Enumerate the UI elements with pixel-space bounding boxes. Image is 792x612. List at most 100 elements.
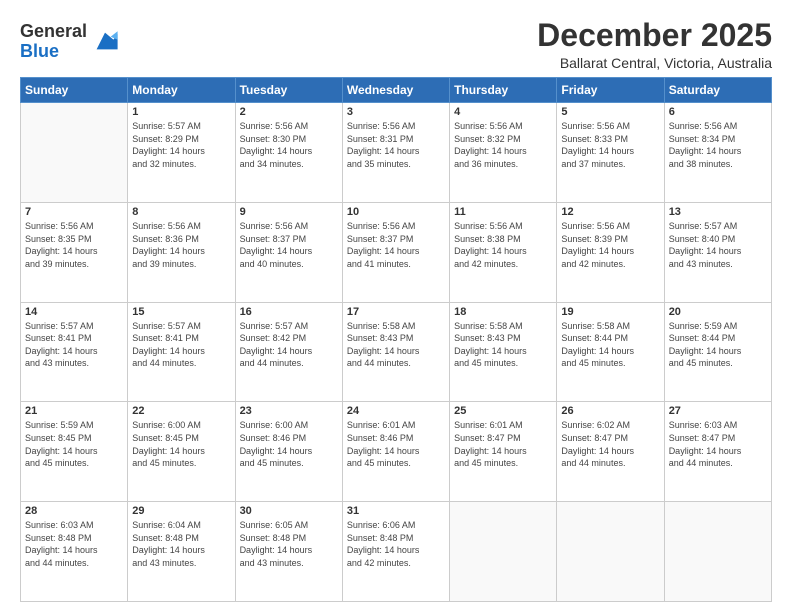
day-info: Sunrise: 5:57 AM Sunset: 8:29 PM Dayligh…	[132, 120, 230, 170]
day-number: 24	[347, 405, 445, 417]
day-number: 6	[669, 106, 767, 118]
day-info: Sunrise: 6:05 AM Sunset: 8:48 PM Dayligh…	[240, 519, 338, 569]
calendar-header-row: SundayMondayTuesdayWednesdayThursdayFrid…	[21, 78, 772, 103]
calendar-cell: 6 Sunrise: 5:56 AM Sunset: 8:34 PM Daylig…	[664, 103, 771, 203]
day-number: 5	[561, 106, 659, 118]
day-number: 1	[132, 106, 230, 118]
day-number: 4	[454, 106, 552, 118]
calendar-week-row: 21 Sunrise: 5:59 AM Sunset: 8:45 PM Dayli…	[21, 402, 772, 502]
day-number: 20	[669, 306, 767, 318]
weekday-header: Wednesday	[342, 78, 449, 103]
weekday-header: Saturday	[664, 78, 771, 103]
calendar-cell: 7 Sunrise: 5:56 AM Sunset: 8:35 PM Daylig…	[21, 202, 128, 302]
day-number: 29	[132, 505, 230, 517]
logo: General Blue	[20, 22, 119, 62]
day-number: 14	[25, 306, 123, 318]
day-info: Sunrise: 5:56 AM Sunset: 8:36 PM Dayligh…	[132, 220, 230, 270]
day-number: 31	[347, 505, 445, 517]
calendar-cell: 4 Sunrise: 5:56 AM Sunset: 8:32 PM Daylig…	[450, 103, 557, 203]
day-info: Sunrise: 5:56 AM Sunset: 8:33 PM Dayligh…	[561, 120, 659, 170]
calendar-cell: 18Sunrise: 5:58 AM Sunset: 8:43 PM Dayli…	[450, 302, 557, 402]
calendar-cell: 26Sunrise: 6:02 AM Sunset: 8:47 PM Dayli…	[557, 402, 664, 502]
header: General Blue December 2025 Ballarat Cent…	[20, 18, 772, 71]
day-info: Sunrise: 6:04 AM Sunset: 8:48 PM Dayligh…	[132, 519, 230, 569]
day-info: Sunrise: 6:02 AM Sunset: 8:47 PM Dayligh…	[561, 419, 659, 469]
day-number: 18	[454, 306, 552, 318]
day-info: Sunrise: 6:03 AM Sunset: 8:48 PM Dayligh…	[25, 519, 123, 569]
calendar-cell: 15 Sunrise: 5:57 AM Sunset: 8:41 PM Dayli…	[128, 302, 235, 402]
calendar-cell: 27Sunrise: 6:03 AM Sunset: 8:47 PM Dayli…	[664, 402, 771, 502]
day-number: 27	[669, 405, 767, 417]
day-number: 10	[347, 206, 445, 218]
day-info: Sunrise: 5:59 AM Sunset: 8:45 PM Dayligh…	[25, 419, 123, 469]
calendar-cell	[664, 502, 771, 602]
day-info: Sunrise: 5:56 AM Sunset: 8:35 PM Dayligh…	[25, 220, 123, 270]
calendar-cell: 17 Sunrise: 5:58 AM Sunset: 8:43 PM Dayli…	[342, 302, 449, 402]
day-info: Sunrise: 5:56 AM Sunset: 8:31 PM Dayligh…	[347, 120, 445, 170]
day-number: 28	[25, 505, 123, 517]
day-info: Sunrise: 5:57 AM Sunset: 8:40 PM Dayligh…	[669, 220, 767, 270]
day-info: Sunrise: 6:00 AM Sunset: 8:45 PM Dayligh…	[132, 419, 230, 469]
logo-icon	[91, 27, 119, 55]
title-block: December 2025 Ballarat Central, Victoria…	[537, 18, 772, 71]
day-number: 7	[25, 206, 123, 218]
day-number: 15	[132, 306, 230, 318]
calendar-cell: 10Sunrise: 5:56 AM Sunset: 8:37 PM Dayli…	[342, 202, 449, 302]
day-number: 9	[240, 206, 338, 218]
day-info: Sunrise: 5:59 AM Sunset: 8:44 PM Dayligh…	[669, 320, 767, 370]
calendar-cell: 3 Sunrise: 5:56 AM Sunset: 8:31 PM Daylig…	[342, 103, 449, 203]
day-info: Sunrise: 5:58 AM Sunset: 8:43 PM Dayligh…	[347, 320, 445, 370]
day-number: 2	[240, 106, 338, 118]
logo-blue: Blue	[20, 42, 87, 62]
day-info: Sunrise: 5:56 AM Sunset: 8:34 PM Dayligh…	[669, 120, 767, 170]
logo-general: General	[20, 22, 87, 42]
day-number: 11	[454, 206, 552, 218]
day-info: Sunrise: 5:56 AM Sunset: 8:32 PM Dayligh…	[454, 120, 552, 170]
day-info: Sunrise: 6:00 AM Sunset: 8:46 PM Dayligh…	[240, 419, 338, 469]
day-info: Sunrise: 5:57 AM Sunset: 8:41 PM Dayligh…	[132, 320, 230, 370]
day-number: 19	[561, 306, 659, 318]
calendar-cell	[450, 502, 557, 602]
calendar-cell: 11Sunrise: 5:56 AM Sunset: 8:38 PM Dayli…	[450, 202, 557, 302]
calendar-cell: 8Sunrise: 5:56 AM Sunset: 8:36 PM Daylig…	[128, 202, 235, 302]
calendar-cell: 22 Sunrise: 6:00 AM Sunset: 8:45 PM Dayli…	[128, 402, 235, 502]
calendar-cell: 2 Sunrise: 5:56 AM Sunset: 8:30 PM Daylig…	[235, 103, 342, 203]
page: General Blue December 2025 Ballarat Cent…	[0, 0, 792, 612]
calendar-cell: 20 Sunrise: 5:59 AM Sunset: 8:44 PM Dayli…	[664, 302, 771, 402]
day-number: 22	[132, 405, 230, 417]
day-number: 16	[240, 306, 338, 318]
day-number: 25	[454, 405, 552, 417]
calendar-cell	[557, 502, 664, 602]
calendar-cell: 19Sunrise: 5:58 AM Sunset: 8:44 PM Dayli…	[557, 302, 664, 402]
day-number: 23	[240, 405, 338, 417]
weekday-header: Friday	[557, 78, 664, 103]
day-number: 17	[347, 306, 445, 318]
day-info: Sunrise: 6:01 AM Sunset: 8:47 PM Dayligh…	[454, 419, 552, 469]
calendar-week-row: 7 Sunrise: 5:56 AM Sunset: 8:35 PM Daylig…	[21, 202, 772, 302]
weekday-header: Thursday	[450, 78, 557, 103]
day-info: Sunrise: 6:01 AM Sunset: 8:46 PM Dayligh…	[347, 419, 445, 469]
day-number: 3	[347, 106, 445, 118]
calendar-cell: 9 Sunrise: 5:56 AM Sunset: 8:37 PM Daylig…	[235, 202, 342, 302]
calendar-cell	[21, 103, 128, 203]
calendar-cell: 12Sunrise: 5:56 AM Sunset: 8:39 PM Dayli…	[557, 202, 664, 302]
calendar-cell: 5 Sunrise: 5:56 AM Sunset: 8:33 PM Daylig…	[557, 103, 664, 203]
day-number: 21	[25, 405, 123, 417]
calendar-cell: 23 Sunrise: 6:00 AM Sunset: 8:46 PM Dayli…	[235, 402, 342, 502]
day-info: Sunrise: 6:06 AM Sunset: 8:48 PM Dayligh…	[347, 519, 445, 569]
calendar-cell: 31 Sunrise: 6:06 AM Sunset: 8:48 PM Dayli…	[342, 502, 449, 602]
day-info: Sunrise: 5:56 AM Sunset: 8:37 PM Dayligh…	[240, 220, 338, 270]
calendar-cell: 29 Sunrise: 6:04 AM Sunset: 8:48 PM Dayli…	[128, 502, 235, 602]
day-info: Sunrise: 5:56 AM Sunset: 8:39 PM Dayligh…	[561, 220, 659, 270]
calendar-cell: 21 Sunrise: 5:59 AM Sunset: 8:45 PM Dayli…	[21, 402, 128, 502]
day-number: 30	[240, 505, 338, 517]
calendar-cell: 24 Sunrise: 6:01 AM Sunset: 8:46 PM Dayli…	[342, 402, 449, 502]
day-info: Sunrise: 5:56 AM Sunset: 8:30 PM Dayligh…	[240, 120, 338, 170]
calendar-cell: 1 Sunrise: 5:57 AM Sunset: 8:29 PM Daylig…	[128, 103, 235, 203]
day-info: Sunrise: 5:57 AM Sunset: 8:41 PM Dayligh…	[25, 320, 123, 370]
calendar-cell: 25 Sunrise: 6:01 AM Sunset: 8:47 PM Dayli…	[450, 402, 557, 502]
weekday-header: Tuesday	[235, 78, 342, 103]
calendar-cell: 28 Sunrise: 6:03 AM Sunset: 8:48 PM Dayli…	[21, 502, 128, 602]
calendar-week-row: 1 Sunrise: 5:57 AM Sunset: 8:29 PM Daylig…	[21, 103, 772, 203]
day-info: Sunrise: 5:57 AM Sunset: 8:42 PM Dayligh…	[240, 320, 338, 370]
